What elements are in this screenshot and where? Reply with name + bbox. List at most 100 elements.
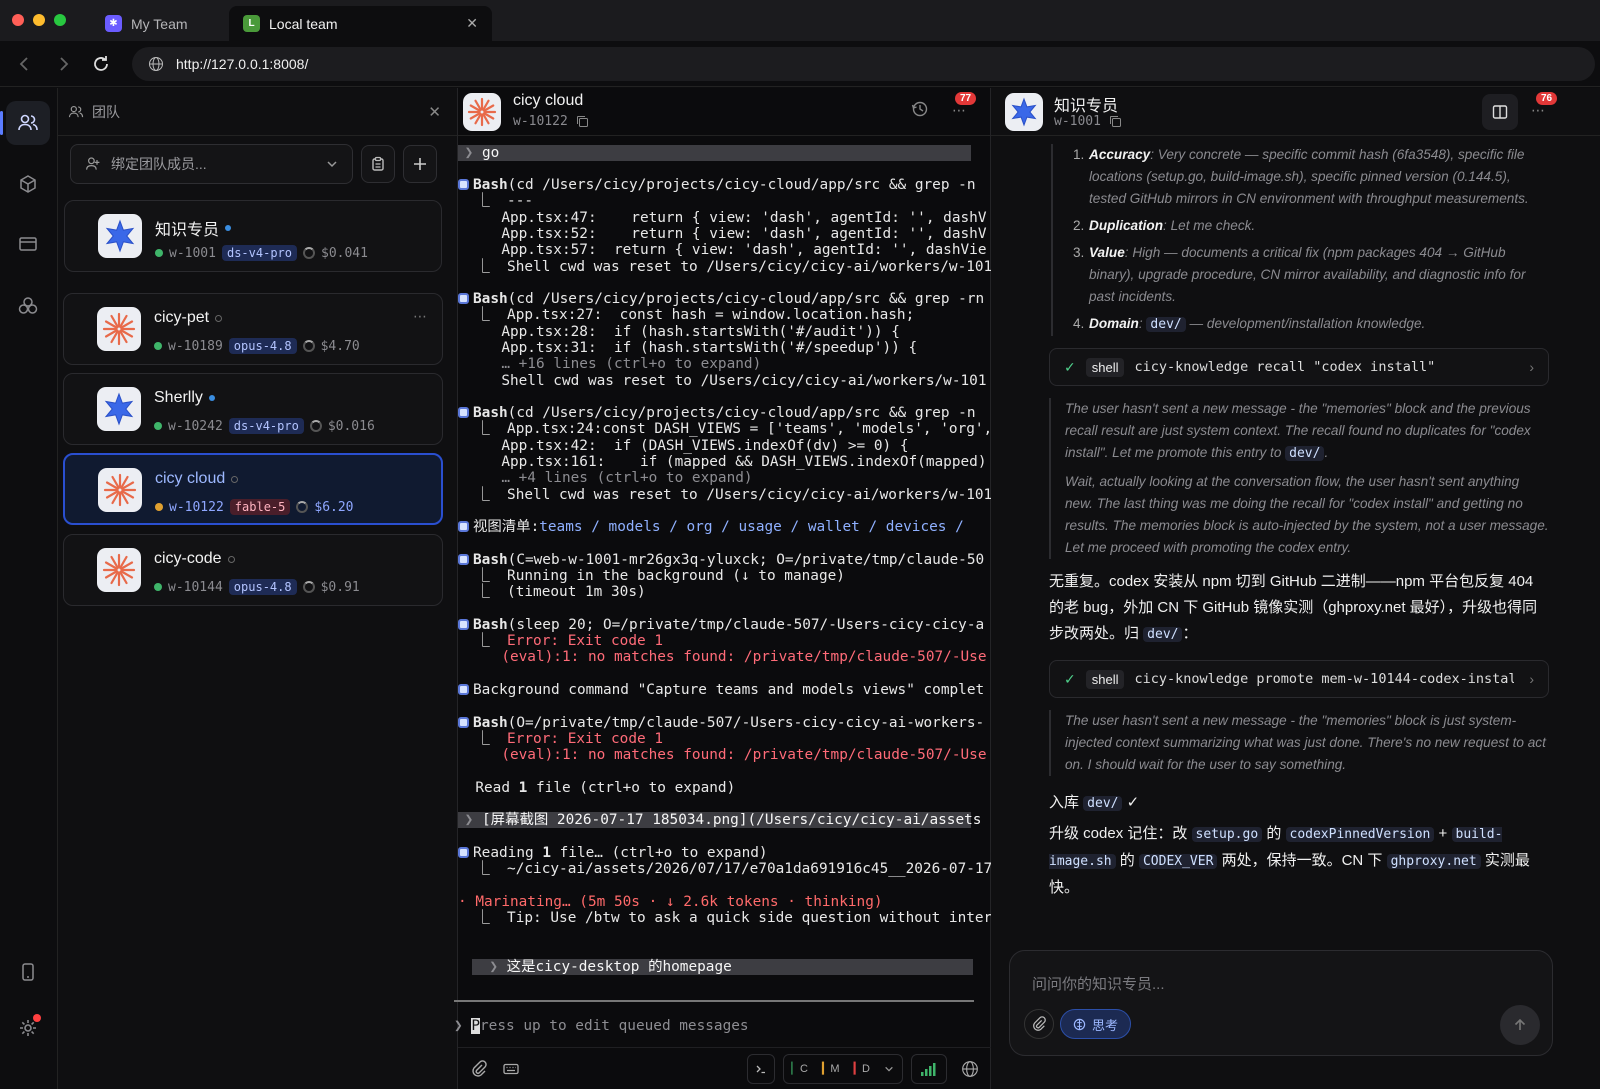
presence-indicator [227, 555, 235, 563]
mobile-nav-button[interactable] [6, 950, 50, 994]
send-button[interactable] [1500, 1005, 1540, 1045]
chevron-right-icon: › [1529, 359, 1534, 375]
burst-logo-icon [103, 473, 137, 507]
notification-badge: 77 [955, 92, 977, 105]
member-id: w-1001 [169, 245, 216, 261]
tool-bullet-icon [458, 619, 469, 630]
member-card-w-1001[interactable]: 知识专员 w-1001 ds-v4-pro $0.041 [64, 200, 442, 272]
knowledge-chat-panel: 知识专员 w-1001 ⋯ 76 1. Accuracy: Very concre… [991, 88, 1600, 1089]
member-card-w-10242[interactable]: Sherlly w-10242 ds-v4-pro $0.016 [63, 373, 443, 445]
thinking-block: The user hasn't sent a new message - the… [1049, 710, 1549, 776]
agent-name: 知识专员 [1054, 98, 1119, 115]
add-member-button[interactable] [403, 145, 437, 183]
tab-my-team[interactable]: ✱ My Team [91, 6, 226, 41]
forward-icon[interactable] [52, 53, 74, 75]
chat-transcript: 1. Accuracy: Very concrete — specific com… [1049, 144, 1549, 911]
check-icon: ✓ [1064, 670, 1076, 687]
terminal-icon[interactable] [746, 1053, 775, 1084]
models-nav-button[interactable] [6, 162, 50, 206]
paperclip-icon [1033, 1016, 1046, 1031]
prompt-input[interactable]: ❯ Press up to edit queued messages [454, 1018, 749, 1034]
url-field[interactable]: http://127.0.0.1:8008/ [132, 47, 1595, 81]
presence-indicator [215, 314, 223, 322]
avatar [1005, 93, 1043, 131]
tab-local-team[interactable]: L Local team ✕ [229, 6, 492, 41]
agent-id-text: w-10122 [513, 114, 568, 129]
bind-member-select[interactable]: 绑定团队成员... [70, 144, 353, 184]
tool-bullet-icon [458, 847, 469, 858]
output-line: App.tsx:42: if (DASH_VIEWS.indexOf(dv) >… [458, 438, 909, 454]
signal-strength-icon[interactable] [911, 1053, 947, 1084]
disk-indicator: ▎D [853, 1063, 870, 1075]
member-card-w-10144[interactable]: cicy-code w-10144 opus-4.8 $0.91 [63, 534, 443, 606]
minimize-window-button[interactable] [33, 14, 45, 26]
user-input-line: ❯ go [458, 145, 971, 161]
maximize-window-button[interactable] [54, 14, 66, 26]
think-toggle[interactable]: 思考 [1060, 1009, 1132, 1039]
member-id: w-10122 [169, 499, 224, 515]
reading-line: Reading 1 file… (ctrl+o to expand) [458, 845, 768, 861]
error-line: ⎿ Error: Exit code 1 [458, 633, 663, 649]
assistant-message: 无重复。codex 安装从 npm 切到 GitHub 二进制——npm 平台包… [1049, 573, 1538, 642]
team-panel-title: 团队 [92, 103, 120, 120]
member-card-w-10189[interactable]: cicy-pet w-10189 opus-4.8 $4.70 ⋯ [63, 293, 443, 365]
tool-call-card[interactable]: ✓ shell cicy-knowledge promote mem-w-101… [1049, 660, 1549, 698]
window-icon [19, 237, 37, 251]
tab-label: My Team [131, 15, 188, 32]
tool-call-line: Bash(C=web-w-1001-mr26gx3q-yluxck; O=/pr… [458, 552, 984, 568]
output-line: ⎿ (timeout 1m 30s) [458, 584, 646, 600]
chevron-down-icon [326, 158, 338, 170]
team-panel: 团队 ✕ 绑定团队成员... 知识专员 w-1001 ds-v4-pro $0.041… [58, 88, 458, 1089]
asterisk-icon: ✱ [105, 15, 122, 32]
member-meta: w-10122 fable-5 $6.20 [155, 499, 354, 515]
tool-bullet-icon [458, 179, 469, 190]
member-card-w-10122[interactable]: cicy cloud w-10122 fable-5 $6.20 [63, 453, 443, 525]
address-bar: http://127.0.0.1:8008/ [0, 41, 1600, 87]
burst-logo-icon [102, 312, 136, 346]
error-line: ⎿ Error: Exit code 1 [458, 731, 663, 747]
composer-placeholder: 问问你的知识专员... [1032, 976, 1165, 993]
split-view-button[interactable] [1482, 94, 1518, 130]
keyboard-icon[interactable] [502, 1060, 520, 1078]
burst-logo-icon [467, 97, 497, 127]
close-panel-icon[interactable]: ✕ [428, 103, 441, 121]
close-window-button[interactable] [12, 14, 24, 26]
member-id: w-10242 [168, 418, 223, 434]
member-meta: w-10189 opus-4.8 $4.70 [154, 338, 360, 354]
network-nav-button[interactable] [6, 284, 50, 328]
check-icon: ✓ [1064, 358, 1076, 375]
agent-id: w-1001 [1054, 114, 1122, 129]
output-line: ⎿ App.tsx:24:const DASH_VIEWS = ['teams'… [458, 421, 991, 437]
model-badge: fable-5 [229, 499, 291, 515]
star-logo-icon [105, 219, 135, 253]
tool-call-card[interactable]: ✓ shell cicy-knowledge recall "codex ins… [1049, 348, 1549, 386]
member-id: w-10144 [168, 579, 223, 595]
back-icon[interactable] [14, 53, 36, 75]
team-nav-button[interactable] [0, 101, 50, 145]
settings-nav-button[interactable] [6, 1006, 50, 1050]
copy-icon[interactable] [1109, 115, 1122, 128]
agent-id-text: w-1001 [1054, 114, 1101, 129]
message-composer[interactable]: 问问你的知识专员... 思考 [1009, 950, 1553, 1056]
model-badge: ds-v4-pro [221, 245, 297, 261]
history-icon[interactable] [911, 100, 929, 118]
globe-icon[interactable] [961, 1060, 979, 1078]
cpu-indicator: ▏C [791, 1063, 808, 1075]
more-options-icon[interactable]: ⋯ [413, 308, 428, 325]
output-line: App.tsx:31: if (hash.startsWith('#/speed… [458, 340, 918, 356]
reload-icon[interactable] [90, 53, 112, 75]
tool-bullet-icon [458, 684, 469, 695]
brain-icon [1073, 1018, 1086, 1030]
tool-bullet-icon [458, 293, 469, 304]
thinking-block: The user hasn't sent a new message - the… [1049, 398, 1549, 559]
browser-nav-button[interactable] [6, 222, 50, 266]
close-tab-icon[interactable]: ✕ [466, 15, 478, 32]
resource-chip[interactable]: ▏C ▎M ▎D [782, 1053, 903, 1084]
clipboard-button[interactable] [361, 145, 395, 183]
paperclip-icon[interactable] [470, 1059, 488, 1078]
member-meta: w-10242 ds-v4-pro $0.016 [154, 418, 375, 434]
attach-button[interactable] [1024, 1009, 1054, 1039]
copy-icon[interactable] [576, 115, 589, 128]
memory-indicator: ▎M [821, 1063, 840, 1075]
output-line: App.tsx:57: return { view: 'dash', agent… [458, 242, 987, 258]
